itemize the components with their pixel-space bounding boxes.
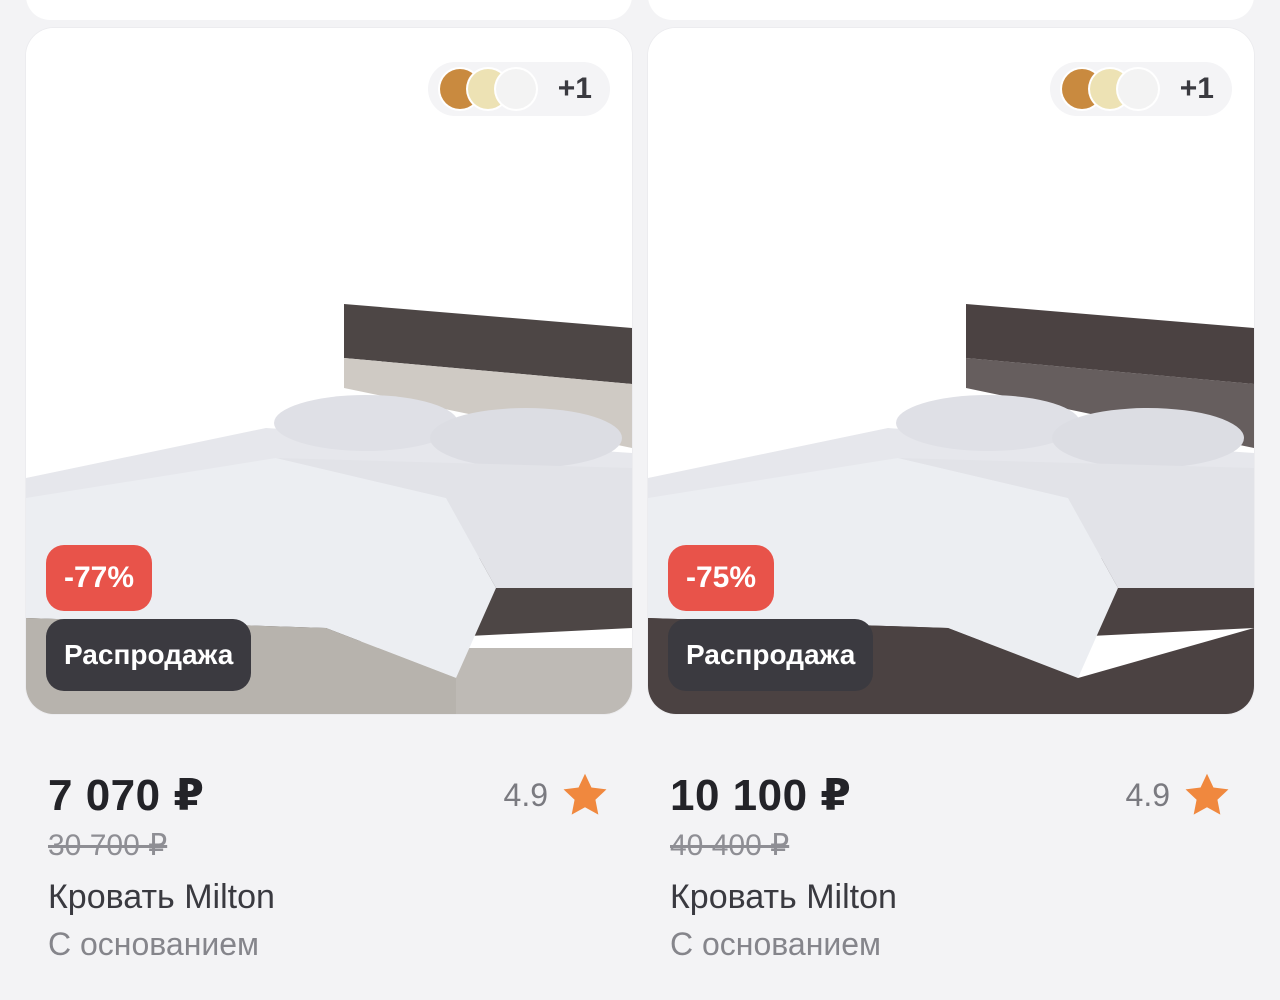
sale-badge: Распродажа: [46, 619, 252, 691]
product-subtitle: С основанием: [48, 926, 260, 962]
color-swatch[interactable]: [495, 69, 536, 109]
old-price: 30 700 ₽: [48, 829, 168, 862]
old-price: 40 400 ₽: [670, 829, 790, 862]
product-name[interactable]: Кровать Milton: [48, 878, 275, 917]
rating-value: 4.9: [1125, 776, 1170, 813]
discount-badge: -77%: [46, 545, 153, 611]
product-image-frame[interactable]: +1 -75% Распродажа: [648, 28, 1254, 714]
product-image-frame[interactable]: +1 -77% Распродажа: [26, 28, 632, 714]
more-colors-count: +1: [1179, 72, 1214, 105]
color-swatches[interactable]: +1: [1049, 62, 1232, 116]
product-image: [26, 28, 632, 714]
current-price: 10 100 ₽: [670, 771, 852, 820]
rating: 4.9: [504, 770, 610, 820]
more-colors-count: +1: [557, 72, 592, 105]
color-swatches[interactable]: +1: [427, 62, 610, 116]
sale-badge: Распродажа: [668, 619, 874, 691]
product-name[interactable]: Кровать Milton: [670, 878, 897, 917]
product-card[interactable]: +1 -75% Распродажа 10 100 ₽ 40 400 ₽ 4.9…: [648, 0, 1254, 1000]
discount-badge: -75%: [668, 545, 775, 611]
star-icon: [1185, 773, 1229, 815]
star-icon: [563, 773, 607, 815]
color-swatch[interactable]: [1117, 69, 1158, 109]
product-image: [648, 28, 1254, 714]
rating-value: 4.9: [503, 776, 548, 813]
rating: 4.9: [1126, 770, 1232, 820]
product-card[interactable]: +1 -77% Распродажа 7 070 ₽ 30 700 ₽ 4.9 …: [26, 0, 632, 1000]
current-price: 7 070 ₽: [48, 771, 205, 820]
product-subtitle: С основанием: [670, 926, 882, 962]
